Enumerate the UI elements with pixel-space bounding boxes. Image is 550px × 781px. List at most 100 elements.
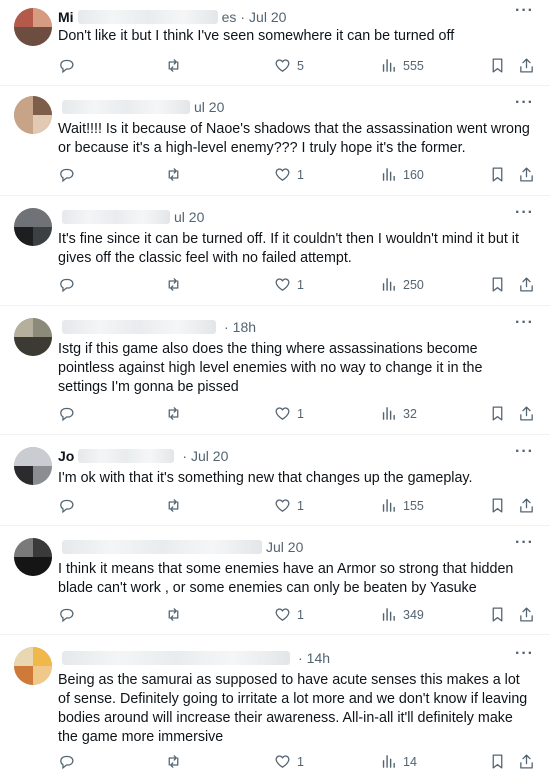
bookmark-button[interactable] (489, 497, 506, 514)
reply-button[interactable] (58, 166, 75, 183)
more-dots-icon[interactable]: ··· (515, 444, 534, 460)
timestamp[interactable]: 18h (233, 319, 256, 335)
avatar[interactable] (14, 318, 52, 356)
like-count: 1 (297, 754, 304, 769)
reply-button[interactable] (58, 405, 75, 422)
more-dots-icon[interactable]: ··· (515, 3, 534, 19)
share-button[interactable] (518, 606, 535, 623)
share-button[interactable] (518, 57, 535, 74)
reply-button[interactable] (58, 606, 75, 623)
tweet-header: Jul 20 (58, 538, 303, 556)
tweet-actions: 1 349 (58, 606, 534, 626)
tweet-2[interactable]: ul 20 ··· Wait!!!! Is it because of Naoe… (0, 86, 550, 196)
views-button[interactable]: 250 (380, 276, 424, 293)
retweet-button[interactable] (165, 166, 182, 183)
bookmark-icon (492, 498, 503, 513)
tweet-6[interactable]: Jul 20 ··· I think it means that some en… (0, 526, 550, 635)
tweet-text: I think it means that some enemies have … (58, 561, 514, 596)
share-icon (520, 406, 533, 421)
retweet-icon (168, 168, 179, 181)
timestamp[interactable]: ul 20 (194, 99, 224, 115)
avatar[interactable] (14, 8, 52, 46)
share-button[interactable] (518, 497, 535, 514)
avatar[interactable] (14, 208, 52, 246)
retweet-button[interactable] (165, 606, 182, 623)
avatar[interactable] (14, 538, 52, 576)
like-button[interactable]: 1 (274, 606, 304, 623)
like-button[interactable]: 1 (274, 497, 304, 514)
retweet-button[interactable] (165, 405, 182, 422)
reply-button[interactable] (58, 57, 75, 74)
timestamp[interactable]: Jul 20 (191, 448, 228, 464)
share-button[interactable] (518, 166, 535, 183)
tweet-1[interactable]: Mi es · Jul 20 ··· Don't like it but I t… (0, 0, 550, 86)
views-button[interactable]: 349 (380, 606, 424, 623)
heart-icon (275, 59, 290, 72)
tweet-text: Don't like it but I think I've seen some… (58, 28, 455, 44)
timestamp[interactable]: ul 20 (174, 209, 204, 225)
username[interactable]: Jo (58, 448, 74, 464)
bookmark-icon (492, 277, 503, 292)
retweet-icon (168, 407, 179, 420)
views-button[interactable]: 14 (380, 753, 417, 770)
views-button[interactable]: 555 (380, 57, 424, 74)
tweet-5[interactable]: Jo · Jul 20 ··· I'm ok with that it's so… (0, 435, 550, 526)
handle[interactable]: es (222, 9, 237, 25)
bookmark-button[interactable] (489, 405, 506, 422)
views-chart-icon (382, 755, 395, 768)
retweet-button[interactable] (165, 753, 182, 770)
bookmark-button[interactable] (489, 606, 506, 623)
reply-button[interactable] (58, 497, 75, 514)
more-dots-icon[interactable]: ··· (515, 95, 534, 111)
heart-icon (275, 755, 290, 768)
bookmark-button[interactable] (489, 57, 506, 74)
avatar[interactable] (14, 447, 52, 485)
bookmark-button[interactable] (489, 276, 506, 293)
tweet-header: ul 20 (58, 98, 224, 116)
timestamp[interactable]: 14h (307, 650, 330, 666)
retweet-button[interactable] (165, 57, 182, 74)
tweet-3[interactable]: ul 20 ··· It's fine since it can be turn… (0, 196, 550, 306)
redacted-name (78, 449, 175, 463)
redacted-name (62, 540, 262, 554)
more-dots-icon[interactable]: ··· (515, 315, 534, 331)
tweet-header: Mi es · Jul 20 (58, 8, 286, 26)
timestamp[interactable]: Jul 20 (266, 539, 303, 555)
tweet-header: ul 20 (58, 208, 204, 226)
more-dots-icon[interactable]: ··· (515, 646, 534, 662)
retweet-button[interactable] (165, 497, 182, 514)
timestamp[interactable]: Jul 20 (249, 9, 286, 25)
share-button[interactable] (518, 405, 535, 422)
more-dots-icon[interactable]: ··· (515, 535, 534, 551)
share-icon (520, 498, 533, 513)
bookmark-icon (492, 607, 503, 622)
separator-dot: · (224, 319, 229, 335)
views-button[interactable]: 155 (380, 497, 424, 514)
more-dots-icon[interactable]: ··· (515, 205, 534, 221)
views-chart-icon (382, 278, 395, 291)
like-button[interactable]: 1 (274, 405, 304, 422)
like-button[interactable]: 1 (274, 753, 304, 770)
views-button[interactable]: 32 (380, 405, 417, 422)
heart-icon (275, 608, 290, 621)
heart-icon (275, 407, 290, 420)
share-button[interactable] (518, 276, 535, 293)
like-button[interactable]: 1 (274, 166, 304, 183)
bookmark-button[interactable] (489, 753, 506, 770)
tweet-7[interactable]: · 14h ··· Being as the samurai as suppos… (0, 635, 550, 781)
like-button[interactable]: 5 (274, 57, 304, 74)
avatar[interactable] (14, 96, 52, 134)
views-button[interactable]: 160 (380, 166, 424, 183)
retweet-button[interactable] (165, 276, 182, 293)
share-button[interactable] (518, 753, 535, 770)
bookmark-button[interactable] (489, 166, 506, 183)
share-icon (520, 277, 533, 292)
avatar[interactable] (14, 647, 52, 685)
tweet-actions: 1 155 (58, 497, 534, 517)
reply-button[interactable] (58, 276, 75, 293)
reply-button[interactable] (58, 753, 75, 770)
username[interactable]: Mi (58, 9, 74, 25)
like-button[interactable]: 1 (274, 276, 304, 293)
tweet-4[interactable]: · 18h ··· Istg if this game also does th… (0, 306, 550, 435)
tweet-text: It's fine since it can be turned off. If… (58, 231, 519, 266)
